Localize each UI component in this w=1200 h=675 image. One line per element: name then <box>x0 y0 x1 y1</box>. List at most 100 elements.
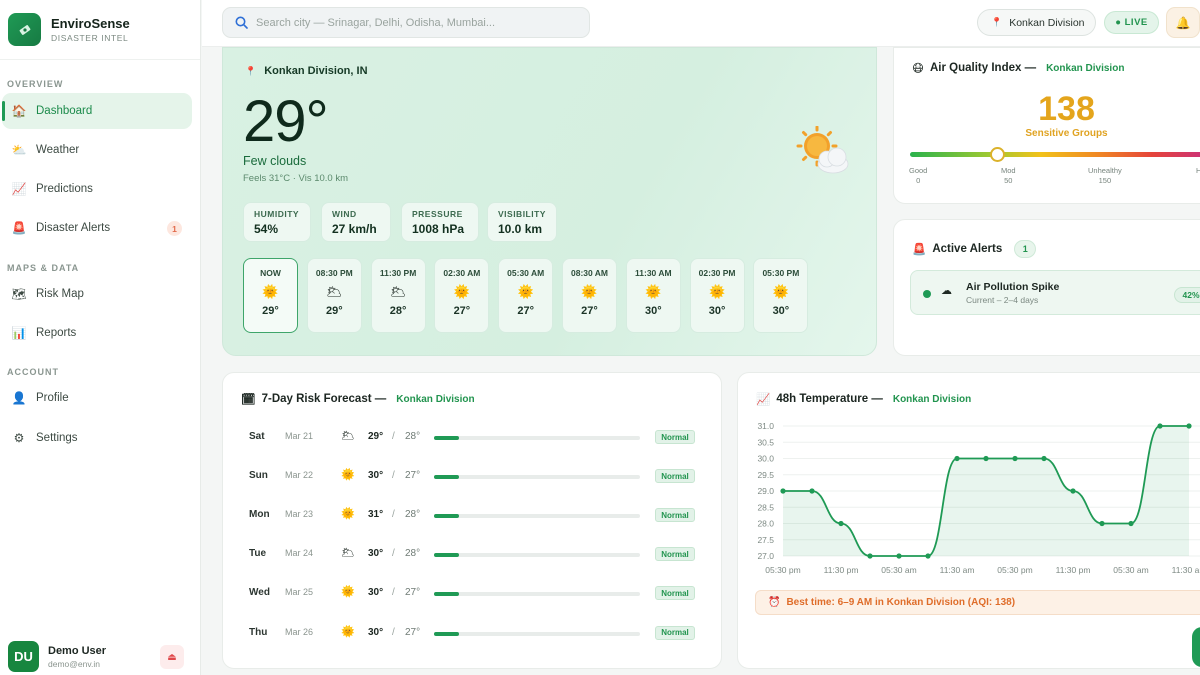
separator: / <box>392 431 395 442</box>
hourly-item[interactable]: 11:30 PM 🌥 28° <box>370 258 426 333</box>
pin-icon: 📍 <box>245 65 257 76</box>
status-badge: Normal <box>655 430 695 444</box>
data-point <box>838 520 844 527</box>
sun-icon: 🌞 <box>341 508 355 521</box>
location-label: Konkan Division <box>1009 16 1085 29</box>
scale-label: Good <box>909 166 928 175</box>
weather-card: 📍 Konkan Division, IN 29° Few clouds Fee… <box>222 47 877 356</box>
forecast-title: 🗓 7-Day Risk Forecast — Konkan Division <box>241 392 475 406</box>
y-tick-label: 28.5 <box>757 502 774 512</box>
data-point <box>780 488 786 494</box>
x-tick-label: 05:30 am <box>1113 565 1148 575</box>
sidebar: EnviroSense DISASTER INTEL OVERVIEW 🏠 Da… <box>0 0 201 675</box>
forecast-row[interactable]: Thu Mar 26 🌞 30° / 27° Normal <box>223 625 723 647</box>
alert-name: Air Pollution Spike <box>966 281 1060 293</box>
sidebar-item-label: Settings <box>36 432 78 444</box>
weather-location-label: Konkan Division, IN <box>264 65 368 77</box>
brand-subtitle: DISASTER INTEL <box>51 33 129 43</box>
user-profile[interactable]: DU Demo User demo@env.in <box>8 641 106 672</box>
y-tick-label: 29.5 <box>757 470 774 480</box>
alert-count-badge: 1 <box>167 221 182 236</box>
sun-icon: 🌞 <box>453 284 470 299</box>
hourly-item[interactable]: 02:30 AM 🌞 27° <box>434 258 490 333</box>
notifications-button[interactable]: 🔔 <box>1166 7 1200 38</box>
forecast-date: Mar 25 <box>285 587 314 598</box>
logout-button[interactable]: ⏏ <box>160 645 184 669</box>
temperature-chart-card: 📈 48h Temperature — Konkan Division 31.0… <box>737 372 1200 669</box>
data-point <box>1099 520 1105 527</box>
data-point <box>809 488 815 494</box>
avatar: DU <box>8 641 39 672</box>
y-tick-label: 29.0 <box>757 486 774 496</box>
forecast-date: Mar 23 <box>285 509 314 520</box>
search-icon <box>235 16 248 29</box>
data-point <box>1041 455 1047 462</box>
hourly-item[interactable]: 08:30 PM 🌥 29° <box>306 258 362 333</box>
forecast-row[interactable]: Sun Mar 22 🌞 30° / 27° Normal <box>223 469 723 490</box>
sidebar-item-settings[interactable]: ⚙ Settings <box>2 420 192 456</box>
stat-value: 27 km/h <box>332 222 377 236</box>
forecast-low: 28° <box>405 431 421 442</box>
sidebar-item-reports[interactable]: 📊 Reports <box>2 315 192 351</box>
sidebar-item-predictions[interactable]: 📈 Predictions <box>2 171 192 207</box>
sun-icon: 🌞 <box>341 586 355 599</box>
pin-icon: 📍 <box>991 17 1003 27</box>
forecast-row[interactable]: Sat Mar 21 🌥 29° / 28° Normal <box>223 430 723 451</box>
forecast-low: 27° <box>405 470 421 482</box>
sun-icon: 🌞 <box>645 284 662 299</box>
forecast-low: 27° <box>405 587 421 599</box>
sidebar-item-disaster-alerts[interactable]: 🚨 Disaster Alerts 1 <box>2 210 192 246</box>
sidebar-item-dashboard[interactable]: 🏠 Dashboard <box>2 93 192 129</box>
separator: / <box>392 626 395 638</box>
chart-icon: 📈 <box>756 394 771 406</box>
sidebar-item-profile[interactable]: 👤 Profile <box>2 380 192 416</box>
stat-pressure: PRESSURE 1008 hPa <box>401 202 479 242</box>
hour-temp: 27° <box>517 305 534 317</box>
location-selector[interactable]: 📍 Konkan Division <box>977 9 1096 36</box>
search-box[interactable] <box>222 7 590 38</box>
forecast-row[interactable]: Wed Mar 25 🌞 30° / 27° Normal <box>223 586 723 607</box>
aqi-scale-mod: Mod 50 <box>1001 166 1016 186</box>
brand-name: EnviroSense <box>51 16 130 31</box>
hourly-item[interactable]: 05:30 AM 🌞 27° <box>498 258 554 333</box>
search-input[interactable] <box>256 16 576 29</box>
hour-temp: 27° <box>581 305 598 317</box>
sun-icon: 🌞 <box>517 284 534 299</box>
hour-time: 11:30 PM <box>379 268 417 278</box>
status-badge: Normal <box>655 508 695 523</box>
brand[interactable]: EnviroSense DISASTER INTEL <box>8 13 130 46</box>
floating-action-button[interactable] <box>1192 627 1200 667</box>
weather-description: Few clouds <box>243 154 307 168</box>
hour-temp: 30° <box>644 305 662 317</box>
scale-label: H <box>1196 166 1200 175</box>
data-point <box>1186 423 1192 429</box>
scale-value: 0 <box>916 176 921 185</box>
forecast-row[interactable]: Tue Mar 24 🌥 30° / 28° Normal <box>223 547 723 568</box>
risk-bar-fill <box>434 631 459 636</box>
hourly-item[interactable]: 02:30 PM 🌞 30° <box>689 258 745 333</box>
chart-title-text: 48h Temperature — <box>776 393 883 405</box>
hourly-item[interactable]: 08:30 AM 🌞 27° <box>562 258 617 333</box>
y-tick-label: 31.0 <box>757 421 774 431</box>
sidebar-item-label: Dashboard <box>36 105 93 117</box>
forecast-row[interactable]: Mon Mar 23 🌞 31° / 28° Normal <box>223 508 723 529</box>
hourly-item[interactable]: 11:30 AM 🌞 30° <box>625 258 681 333</box>
forecast-high: 30° <box>368 548 384 560</box>
forecast-day: Mon <box>249 509 270 521</box>
forecast-date: Mar 22 <box>285 470 314 481</box>
sun-icon: 🌞 <box>341 625 355 638</box>
x-tick-label: 11:30 pm <box>1056 565 1091 575</box>
sidebar-item-weather[interactable]: ⛅ Weather <box>2 132 192 168</box>
hour-time: 05:30 PM <box>762 268 800 278</box>
hourly-item[interactable]: 05:30 PM 🌞 30° <box>753 258 809 333</box>
aqi-scale-unhealthy: Unhealthy 150 <box>1088 166 1122 186</box>
data-point <box>1012 455 1018 462</box>
user-icon: 👤 <box>11 391 27 405</box>
sidebar-item-label: Weather <box>36 144 80 156</box>
hourly-item[interactable]: NOW 🌞 29° <box>243 258 298 333</box>
gear-icon: ⚙ <box>13 431 25 445</box>
sidebar-item-risk-map[interactable]: 🗺 Risk Map <box>2 276 192 312</box>
scale-value: 150 <box>1098 176 1112 185</box>
alert-item[interactable]: ☁ Air Pollution Spike Current – 2–4 days… <box>910 270 1200 315</box>
aqi-location: Konkan Division <box>1046 62 1125 74</box>
